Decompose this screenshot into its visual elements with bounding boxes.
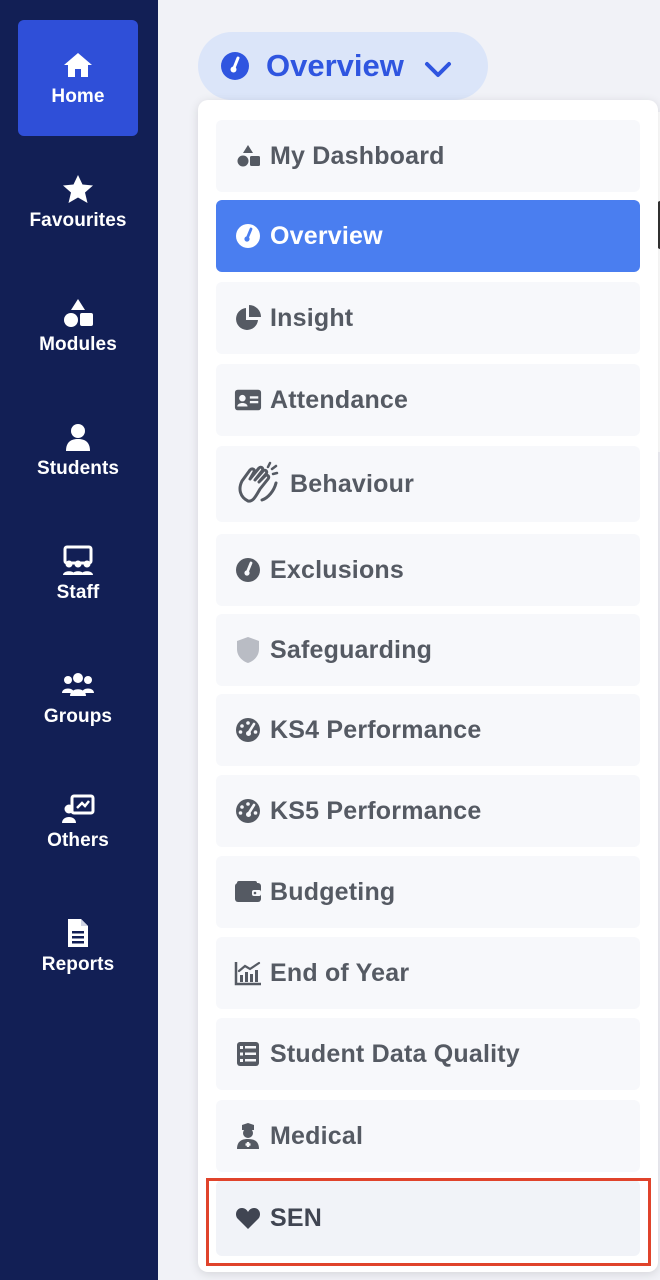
menu-item-behaviour[interactable]: Behaviour	[216, 446, 640, 522]
gauge-icon	[220, 51, 250, 81]
chalkboard-users-icon	[61, 544, 95, 578]
gauge-icon	[234, 556, 262, 584]
sidebar-item-home[interactable]: Home	[18, 20, 138, 136]
menu-item-end-of-year[interactable]: End of Year	[216, 937, 640, 1009]
star-icon	[61, 172, 95, 206]
menu-item-student-data-quality[interactable]: Student Data Quality	[216, 1018, 640, 1090]
shapes-icon	[61, 296, 95, 330]
sidebar-item-students[interactable]: Students	[18, 392, 138, 508]
menu-item-ks5-performance[interactable]: KS5 Performance	[216, 775, 640, 847]
menu-item-attendance[interactable]: Attendance	[216, 364, 640, 436]
dashboard-selector[interactable]: Overview	[198, 32, 488, 100]
heart-icon	[234, 1204, 262, 1232]
gauge-icon	[234, 222, 262, 250]
sidebar-item-modules[interactable]: Modules	[18, 268, 138, 384]
shield-icon	[234, 636, 262, 664]
menu-item-sen[interactable]: SEN	[216, 1180, 640, 1256]
sidebar-item-label: Home	[51, 86, 105, 107]
menu-item-safeguarding[interactable]: Safeguarding	[216, 614, 640, 686]
menu-item-insight[interactable]: Insight	[216, 282, 640, 354]
dashboard-dropdown-menu: My Dashboard Overview Insight Attendance	[198, 100, 658, 1272]
menu-item-my-dashboard[interactable]: My Dashboard	[216, 120, 640, 192]
sidebar-item-staff[interactable]: Staff	[18, 516, 138, 632]
chart-line-icon	[234, 959, 262, 987]
menu-item-exclusions[interactable]: Exclusions	[216, 534, 640, 606]
gauge-high-icon	[234, 716, 262, 744]
file-lines-icon	[61, 916, 95, 950]
gauge-high-icon	[234, 797, 262, 825]
user-nurse-icon	[234, 1122, 262, 1150]
wallet-icon	[234, 878, 262, 906]
dashboard-selector-label: Overview	[266, 48, 404, 83]
sidebar-item-label: Favourites	[29, 210, 127, 231]
sidebar-item-favourites[interactable]: Favourites	[18, 144, 138, 260]
home-icon	[61, 48, 95, 82]
menu-item-overview[interactable]: Overview	[216, 200, 640, 272]
menu-item-medical[interactable]: Medical	[216, 1100, 640, 1172]
menu-item-budgeting[interactable]: Budgeting	[216, 856, 640, 928]
id-card-icon	[234, 386, 262, 414]
chart-pie-icon	[234, 304, 262, 332]
sidebar-item-label: Reports	[41, 954, 115, 975]
sidebar: Home Favourites Modules Students Staff G…	[0, 0, 158, 1280]
hands-clapping-icon	[234, 461, 280, 507]
sidebar-item-label: Staff	[56, 582, 100, 603]
sidebar-item-label: Modules	[39, 334, 117, 355]
shapes-icon	[234, 142, 262, 170]
user-icon	[61, 420, 95, 454]
users-icon	[61, 668, 95, 702]
presentation-user-icon	[61, 792, 95, 826]
sidebar-item-groups[interactable]: Groups	[18, 640, 138, 756]
sidebar-item-label: Others	[47, 830, 109, 851]
list-check-icon	[234, 1040, 262, 1068]
sidebar-item-reports[interactable]: Reports	[18, 888, 138, 1004]
menu-item-ks4-performance[interactable]: KS4 Performance	[216, 694, 640, 766]
sidebar-item-others[interactable]: Others	[18, 764, 138, 880]
sidebar-item-label: Groups	[43, 706, 113, 727]
sidebar-item-label: Students	[36, 458, 120, 479]
chevron-down-icon	[422, 53, 454, 85]
app: Home Favourites Modules Students Staff G…	[0, 0, 660, 1280]
